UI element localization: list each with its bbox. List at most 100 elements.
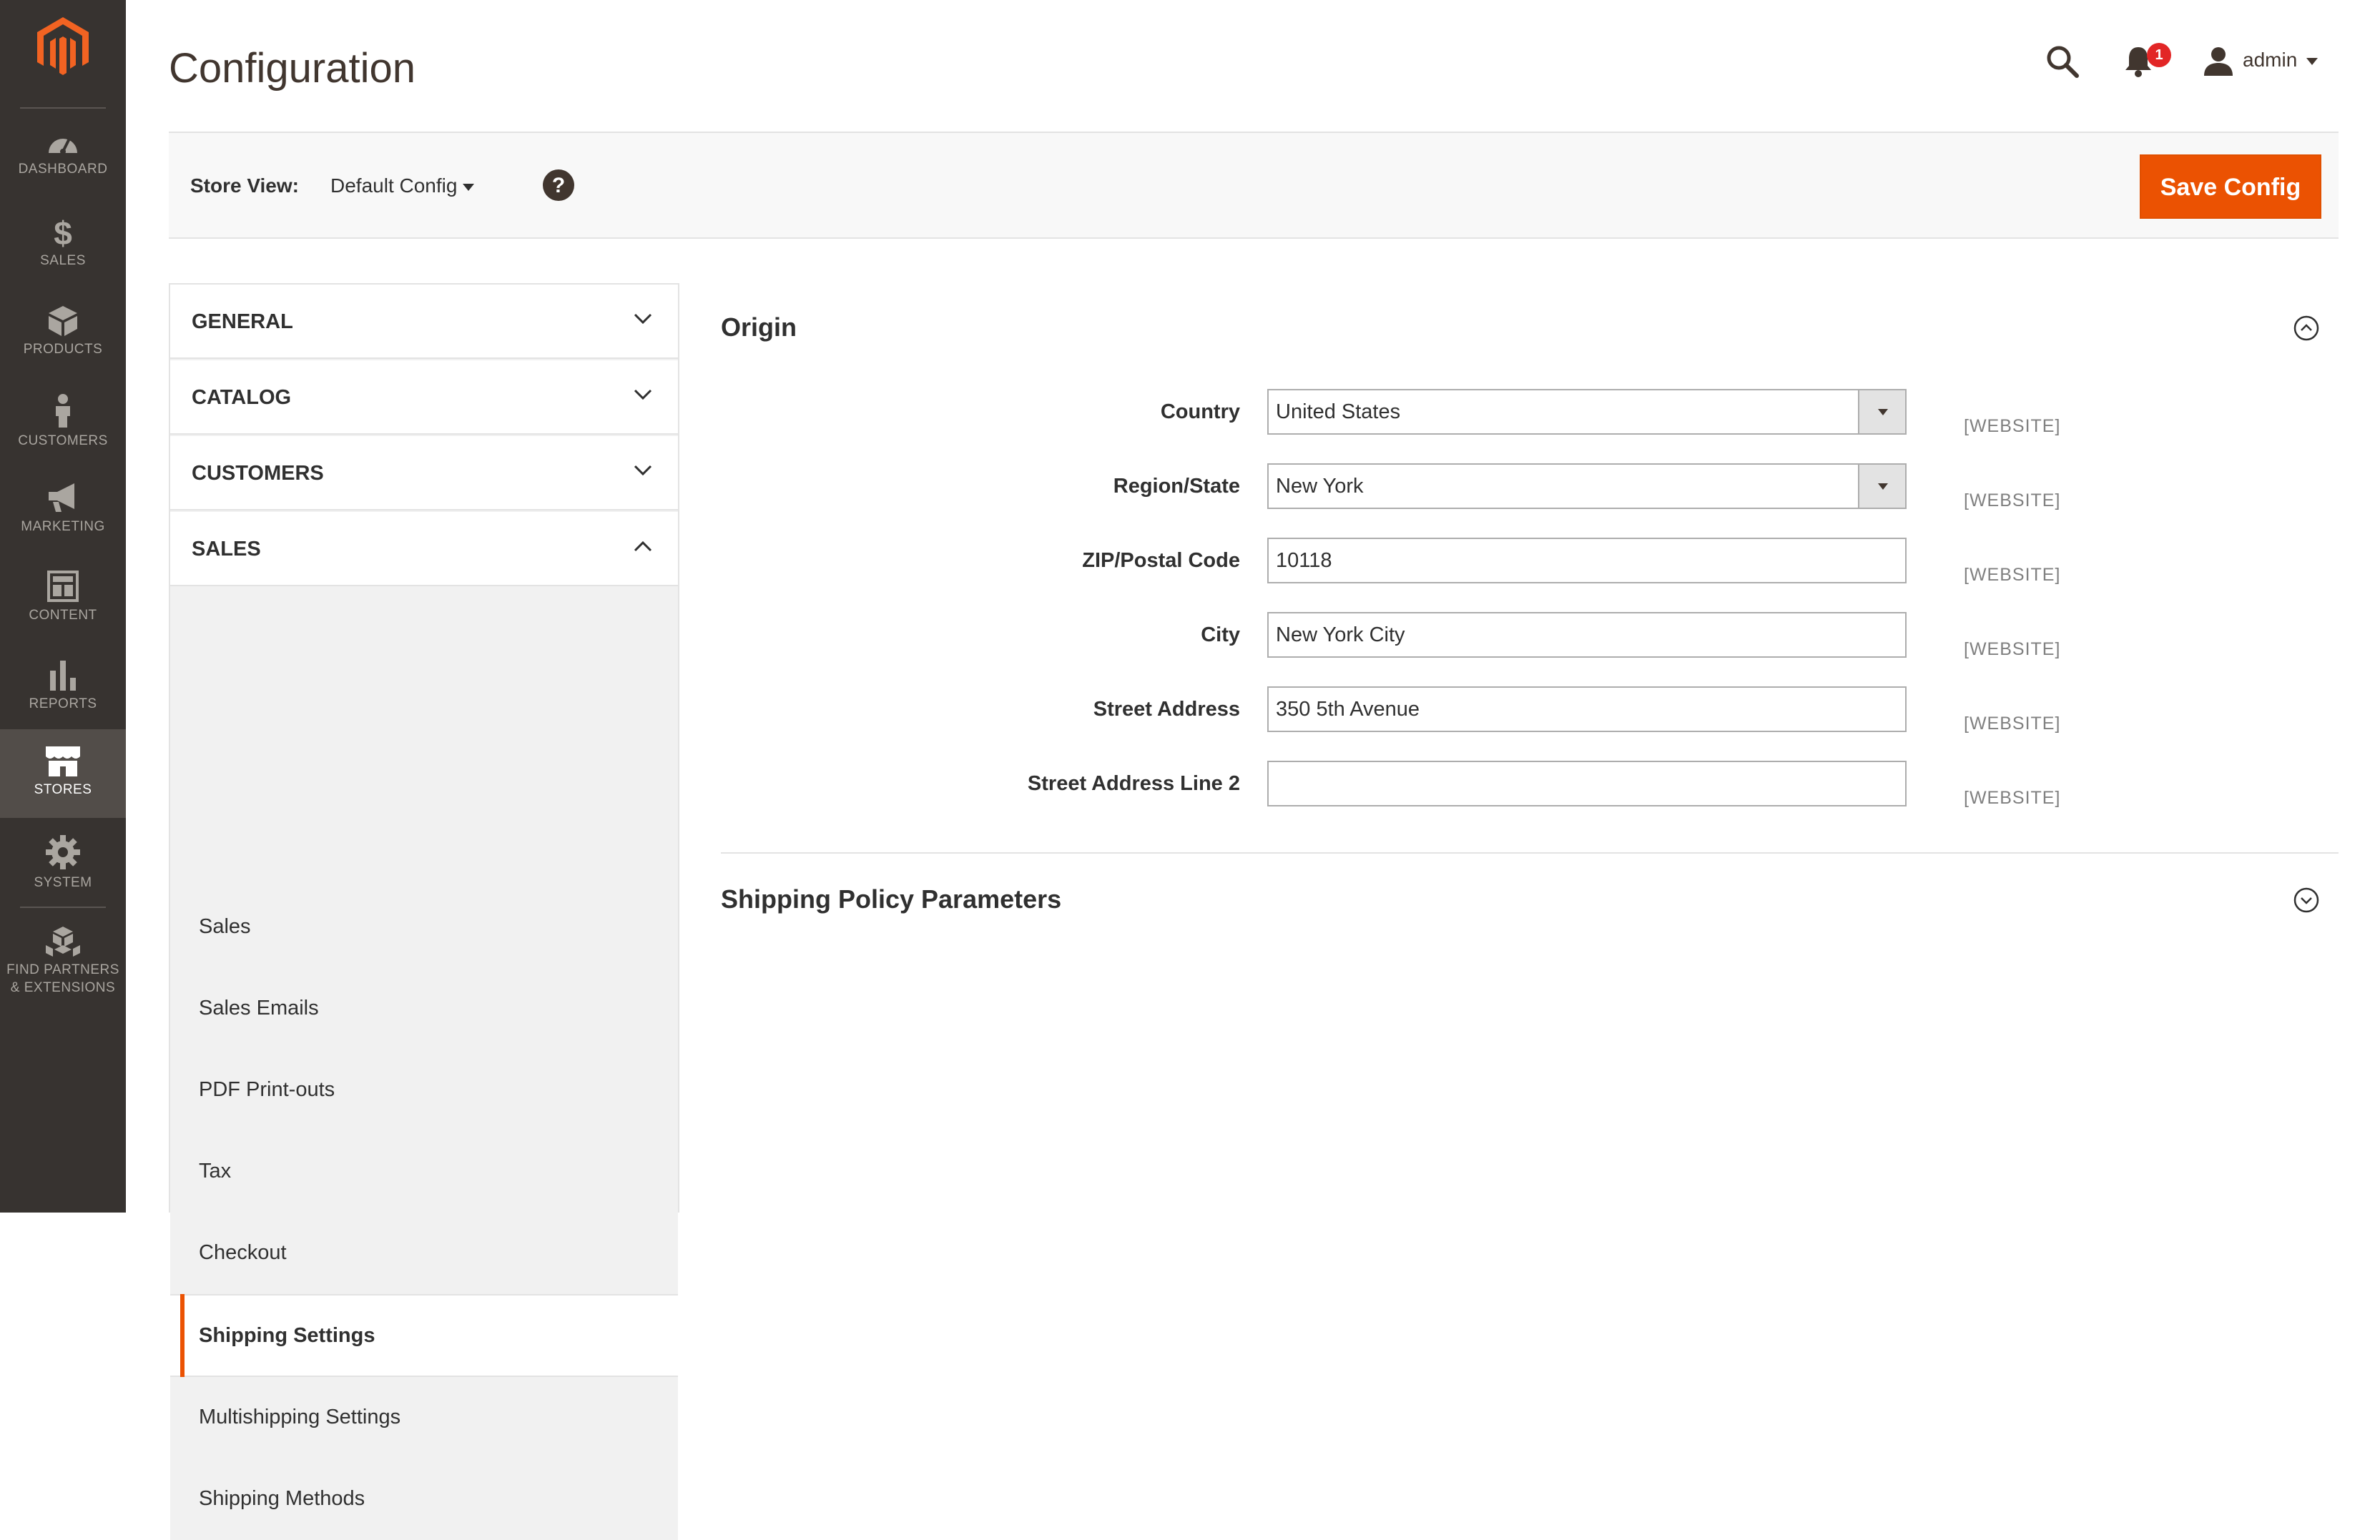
tab-item-shipping-methods[interactable]: Shipping Methods: [170, 1458, 678, 1540]
caret-down-icon: [1878, 483, 1888, 490]
field-label-street-2: Street Address Line 2: [1027, 772, 1240, 795]
nav-label: Content: [29, 608, 97, 623]
tab-group-sales[interactable]: Sales: [170, 512, 678, 586]
expand-icon[interactable]: [2293, 887, 2320, 914]
magento-logo[interactable]: [0, 0, 126, 109]
store-view-switcher[interactable]: Default Config: [330, 173, 457, 199]
store-view-label: Store View:: [190, 174, 299, 197]
nav-item-customers[interactable]: Customers: [0, 377, 126, 466]
gear-icon: [46, 835, 80, 869]
nav-item-find-partners[interactable]: Find Partners & Extensions: [0, 909, 126, 1017]
scope-label: [WEBSITE]: [1964, 714, 2061, 734]
tab-group-label: Customers: [192, 462, 324, 485]
nav-label-line2: & Extensions: [10, 980, 116, 995]
scope-label: [WEBSITE]: [1964, 490, 2061, 510]
store-view-bar: Store View: Default Config ? Save Config: [169, 132, 2339, 239]
admin-username[interactable]: admin: [2243, 47, 2297, 73]
nav-label: Stores: [34, 782, 92, 797]
chevron-down-icon: [634, 465, 652, 476]
zip-input[interactable]: 10118: [1267, 538, 1907, 583]
tab-item-label: Shipping Settings: [199, 1324, 375, 1347]
tab-item-label: Checkout: [199, 1241, 287, 1264]
nav-label: Find Partners: [6, 962, 119, 977]
tab-item-label: Sales: [199, 915, 251, 938]
tab-item-shipping-settings[interactable]: Shipping Settings: [170, 1294, 678, 1377]
nav-label: Dashboard: [18, 162, 108, 177]
cubes-icon: [46, 927, 80, 957]
dollar-icon: $: [54, 216, 72, 247]
caret-down-icon[interactable]: [2306, 57, 2318, 66]
tab-item-tax[interactable]: Tax: [170, 1131, 678, 1213]
tab-group-label: General: [192, 310, 293, 333]
section-title-shipping-policy[interactable]: Shipping Policy Parameters: [721, 884, 1061, 915]
tab-item-sales[interactable]: Sales: [170, 887, 678, 968]
svg-text:$: $: [54, 216, 72, 247]
select-toggle[interactable]: [1858, 465, 1905, 508]
nav-separator: [20, 107, 106, 109]
collapse-icon[interactable]: [2293, 315, 2320, 342]
chevron-down-icon: [634, 389, 652, 400]
tab-item-label: PDF Print-outs: [199, 1078, 335, 1101]
nav-label: Reports: [29, 696, 97, 711]
scope-label: [WEBSITE]: [1964, 565, 2061, 585]
nav-label: Customers: [18, 433, 108, 448]
box-icon: [49, 306, 77, 336]
nav-item-content[interactable]: Content: [0, 555, 126, 643]
caret-down-icon: [1878, 409, 1888, 415]
chevron-down-icon: [634, 313, 652, 325]
nav-item-dashboard[interactable]: Dashboard: [0, 112, 126, 200]
street-address-line2-input[interactable]: [1267, 761, 1907, 806]
nav-item-stores[interactable]: Stores: [0, 729, 126, 818]
user-icon[interactable]: [2203, 46, 2234, 77]
field-label-country: Country: [1160, 400, 1240, 423]
tab-item-label: Tax: [199, 1160, 232, 1183]
config-tabs: General Catalog Customers Sales Sales Sa…: [169, 283, 679, 1540]
nav-item-products[interactable]: Products: [0, 289, 126, 377]
help-icon[interactable]: ?: [542, 169, 575, 202]
search-icon[interactable]: [2045, 44, 2080, 79]
scope-label: [WEBSITE]: [1964, 416, 2061, 436]
tab-group-general[interactable]: General: [170, 285, 678, 359]
scope-label: [WEBSITE]: [1964, 788, 2061, 808]
section-divider: [721, 852, 2339, 854]
scope-label: [WEBSITE]: [1964, 639, 2061, 659]
field-label-zip: ZIP/Postal Code: [1082, 549, 1240, 572]
tab-item-sales-emails[interactable]: Sales Emails: [170, 968, 678, 1050]
chevron-up-icon: [634, 541, 652, 552]
select-value: United States: [1276, 400, 1401, 423]
person-icon: [56, 394, 70, 428]
tab-item-pdf-printouts[interactable]: PDF Print-outs: [170, 1050, 678, 1131]
nav-label: Products: [23, 342, 103, 357]
tab-group-customers[interactable]: Customers: [170, 436, 678, 510]
megaphone-icon: [49, 483, 74, 512]
country-select[interactable]: United States: [1267, 389, 1907, 435]
nav-label: System: [34, 875, 92, 890]
admin-nav: Dashboard $ Sales Products Customers Mar…: [0, 0, 126, 1213]
save-config-button[interactable]: Save Config: [2140, 154, 2321, 219]
city-input[interactable]: New York City: [1267, 612, 1907, 658]
bar-chart-icon: [50, 661, 76, 691]
tab-item-checkout[interactable]: Checkout: [170, 1213, 678, 1294]
region-select[interactable]: New York: [1267, 463, 1907, 509]
tab-group-catalog[interactable]: Catalog: [170, 360, 678, 435]
select-value: New York: [1276, 475, 1364, 498]
section-title-origin[interactable]: Origin: [721, 312, 797, 343]
layout-icon: [47, 571, 79, 602]
caret-down-icon[interactable]: [462, 183, 475, 192]
tab-item-multishipping-settings[interactable]: Multishipping Settings: [170, 1377, 678, 1458]
nav-item-reports[interactable]: Reports: [0, 643, 126, 732]
nav-item-sales[interactable]: $ Sales: [0, 200, 126, 289]
svg-text:?: ?: [552, 174, 565, 197]
nav-item-marketing[interactable]: Marketing: [0, 466, 126, 555]
select-toggle[interactable]: [1858, 390, 1905, 433]
field-label-city: City: [1201, 623, 1240, 646]
notification-badge[interactable]: 1: [2147, 43, 2171, 67]
page-title: Configuration: [169, 45, 415, 92]
nav-label: Sales: [40, 253, 86, 268]
nav-separator: [20, 907, 106, 908]
field-label-region: Region/State: [1113, 475, 1240, 498]
tab-item-label: Sales Emails: [199, 997, 319, 1020]
field-label-street: Street Address: [1093, 698, 1240, 721]
street-address-input[interactable]: 350 5th Avenue: [1267, 686, 1907, 732]
nav-item-system[interactable]: System: [0, 819, 126, 908]
